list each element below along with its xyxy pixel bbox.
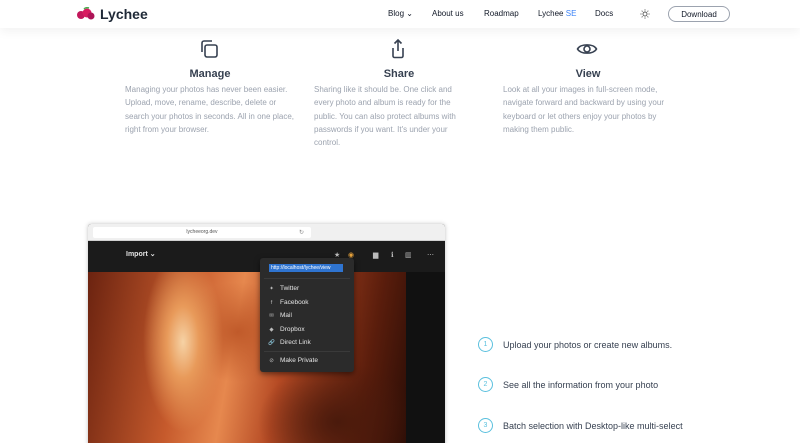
step-text: See all the information from your photo <box>503 379 659 390</box>
feature-description: Look at all your images in full-screen m… <box>503 85 664 134</box>
share-url-field: http://localhost/lychee/view <box>269 264 343 272</box>
step-text: Batch selection with Desktop-like multi-… <box>503 420 683 431</box>
share-item-make-private: ⊘ Make Private <box>267 357 318 364</box>
nav-about-us[interactable]: About us <box>432 9 464 18</box>
share-item-label: Facebook <box>280 298 309 306</box>
feature-description: Managing your photos has never been easi… <box>125 85 294 134</box>
dropbox-icon: ◆ <box>269 326 274 333</box>
nav-lychee-se-label: Lychee <box>538 9 566 18</box>
step-number: 1 <box>478 337 493 352</box>
feature-title: View <box>575 68 601 80</box>
step-information: 2 See all the information from your phot… <box>478 377 658 392</box>
lychee-logo-icon <box>77 7 95 20</box>
browser-bar: lycheeorg.dev ↻ <box>88 224 445 241</box>
share-item-twitter: ✦ Twitter <box>267 285 299 292</box>
nav-docs[interactable]: Docs <box>595 9 613 18</box>
share-item-mail: ✉ Mail <box>267 312 292 319</box>
folder-icon: ▆ <box>373 252 379 259</box>
mail-icon: ✉ <box>269 313 274 319</box>
import-menu: Import ⌄ <box>126 251 156 258</box>
nav-blog[interactable]: Blog ⌄ <box>388 9 413 18</box>
facebook-icon: f <box>270 299 273 306</box>
twitter-icon: ✦ <box>269 286 274 292</box>
browser-url: lycheeorg.dev <box>93 227 311 238</box>
divider <box>264 351 350 352</box>
step-number: 3 <box>478 418 493 433</box>
share-item-label: Mail <box>280 312 292 319</box>
sidebar-strip <box>406 272 445 443</box>
share-item-label: Direct Link <box>280 339 311 346</box>
share-item-facebook: f Facebook <box>267 299 309 306</box>
top-navbar: Lychee Blog ⌄ About us Roadmap Lychee SE… <box>0 0 800 28</box>
link-icon: 🔗 <box>268 340 275 346</box>
feature-title: Manage <box>189 68 231 80</box>
download-button[interactable]: Download <box>668 6 730 22</box>
step-upload: 1 Upload your photos or create new album… <box>478 337 672 352</box>
copy-icon <box>201 40 218 58</box>
sun-icon[interactable] <box>640 9 650 19</box>
eye-icon <box>576 44 598 54</box>
share-item-direct-link: 🔗 Direct Link <box>267 339 311 346</box>
feature-title: Share <box>383 68 415 80</box>
logo-text: Lychee <box>100 6 148 22</box>
private-icon: ⊘ <box>269 358 274 364</box>
step-number: 2 <box>478 377 493 392</box>
share-item-label: Dropbox <box>280 325 305 333</box>
share-icon <box>392 38 404 59</box>
info-icon: ℹ <box>391 252 394 259</box>
reload-icon: ↻ <box>299 230 305 236</box>
nav-se-accent: SE <box>565 9 577 18</box>
canyon-photo <box>88 272 406 443</box>
nav-lychee-se[interactable]: Lychee SE <box>538 9 576 18</box>
share-menu: http://localhost/lychee/view ✦ Twitter fF… <box>260 258 354 372</box>
nav-roadmap[interactable]: Roadmap <box>484 9 519 18</box>
share-item-label: Twitter <box>280 285 300 292</box>
app-screenshot-mockup: lycheeorg.dev ↻ Import ⌄ ★ ◉ ▆ ℹ ▥ ⋯ htt… <box>88 224 445 443</box>
logo[interactable]: Lychee <box>76 6 148 22</box>
feature-description: Sharing like it should be. One click and… <box>314 85 456 148</box>
step-batch-selection: 3 Batch selection with Desktop-like mult… <box>478 418 683 433</box>
trash-icon: ▥ <box>405 252 412 259</box>
more-icon: ⋯ <box>427 252 434 259</box>
step-text: Upload your photos or create new albums. <box>503 339 673 350</box>
share-item-dropbox: ◆ Dropbox <box>267 325 305 333</box>
divider <box>264 278 350 279</box>
share-item-label: Make Private <box>280 357 318 364</box>
